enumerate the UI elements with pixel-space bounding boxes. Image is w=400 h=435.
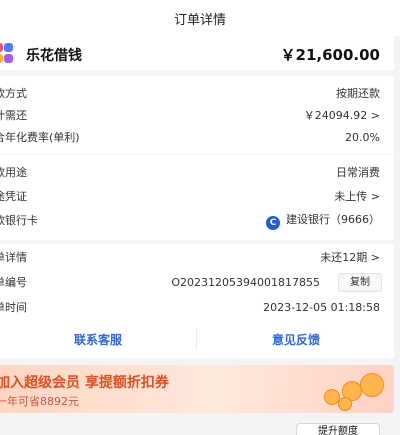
bank-card-row: 款银行卡 C 建设银行（9666） xyxy=(0,209,394,231)
membership-banner[interactable]: 加入超级会员 享提额折扣券 一年可省8892元 xyxy=(0,365,394,413)
order-info-card: 单详情 未还12期 > 单编号 O20231205394001817855 复制… xyxy=(0,244,394,320)
coins-illustration-icon xyxy=(316,367,388,411)
page-title: 订单详情 xyxy=(173,12,226,28)
row-label: 合年化费率(单利) xyxy=(0,131,80,144)
raise-limit-button[interactable]: 提升额度 xyxy=(296,423,380,435)
ccb-bank-icon: C xyxy=(266,215,280,230)
bank-card-text: 建设银行（9666） xyxy=(286,212,380,226)
order-number-row: 单编号 O20231205394001817855 复制 xyxy=(0,271,394,293)
order-detail-row[interactable]: 单详情 未还12期 > xyxy=(0,246,394,268)
annual-rate-row: 合年化费率(单利) 20.0% xyxy=(0,126,394,148)
row-label: 款方式 xyxy=(0,87,27,100)
contact-service-button[interactable]: 联系客服 xyxy=(0,320,196,358)
banner-title: 加入超级会员 享提额折扣券 xyxy=(0,375,169,391)
order-number: O20231205394001817855 xyxy=(171,275,320,289)
row-label: 途凭证 xyxy=(0,190,27,203)
feedback-button[interactable]: 意见反馈 xyxy=(198,320,394,358)
row-value[interactable]: ￥24094.92 > xyxy=(304,107,380,123)
row-value: 20.0% xyxy=(345,130,380,144)
row-value: 2023-12-05 01:18:58 xyxy=(263,300,380,314)
row-label: 单详情 xyxy=(0,251,27,264)
loan-amount: ￥21,600.00 xyxy=(280,46,380,64)
row-label: 单时间 xyxy=(0,301,27,314)
row-value[interactable]: 未上传 > xyxy=(334,188,380,204)
purpose-proof-row[interactable]: 途凭证 未上传 > xyxy=(0,185,394,207)
loan-info-card: 款方式 按期还款 计需还 ￥24094.92 > 合年化费率(单利) 20.0% xyxy=(0,76,394,154)
action-bar: 联系客服 意见反馈 xyxy=(0,320,394,358)
row-label: 单编号 xyxy=(0,276,27,289)
row-value: 日常消费 xyxy=(336,166,380,179)
banner-subtitle: 一年可省8892元 xyxy=(0,395,79,408)
row-value: C 建设银行（9666） xyxy=(266,211,380,230)
product-card: 乐花借钱 ￥21,600.00 xyxy=(0,36,394,70)
usage-info-card: 款用途 日常消费 途凭证 未上传 > 款银行卡 C 建设银行（9666） xyxy=(0,155,394,240)
divider xyxy=(196,328,197,350)
row-value: 按期还款 xyxy=(336,87,380,100)
order-detail-page: 订单详情 乐花借钱 ￥21,600.00 款方式 按期还款 计需还 ￥24094… xyxy=(0,0,400,435)
row-label: 款用途 xyxy=(0,166,27,179)
repayment-method-row: 款方式 按期还款 xyxy=(0,82,394,104)
row-label: 计需还 xyxy=(0,109,27,122)
total-due-row[interactable]: 计需还 ￥24094.92 > xyxy=(0,104,394,126)
row-label: 款银行卡 xyxy=(0,214,38,227)
loan-purpose-row: 款用途 日常消费 xyxy=(0,161,394,183)
copy-button[interactable]: 复制 xyxy=(338,273,382,292)
product-logo-icon xyxy=(0,43,16,65)
product-name: 乐花借钱 xyxy=(26,48,82,64)
row-value[interactable]: 未还12期 > xyxy=(320,249,380,265)
order-time-row: 单时间 2023-12-05 01:18:58 xyxy=(0,296,394,318)
page-header: 订单详情 xyxy=(0,0,400,36)
